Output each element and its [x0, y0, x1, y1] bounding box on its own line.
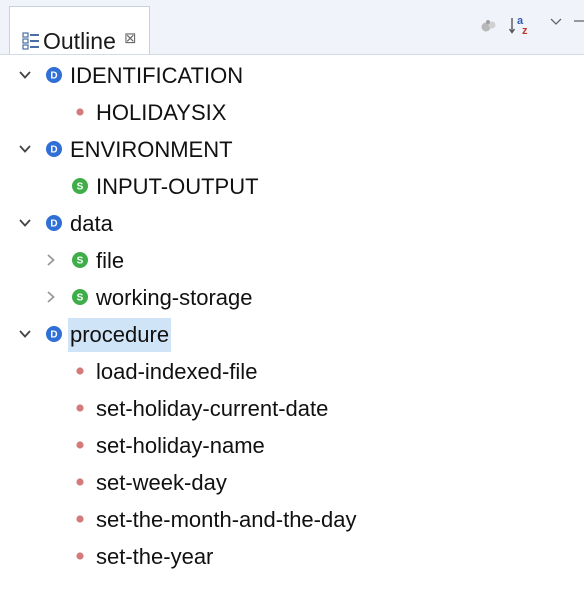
tree-item-label: IDENTIFICATION	[70, 63, 244, 88]
tree-item-holidaysix[interactable]: HOLIDAYSIX	[0, 94, 584, 131]
outline-icon	[22, 32, 39, 50]
node-badge: D	[50, 145, 57, 156]
tab-label: Outline	[43, 28, 116, 54]
chevron-down-icon[interactable]	[16, 66, 34, 84]
chevron-down-icon[interactable]	[16, 325, 34, 343]
tree-item-environment[interactable]: D ENVIRONMENT	[0, 131, 584, 168]
paragraph-icon	[76, 404, 84, 412]
tree-item-set-the-year[interactable]: set-the-year	[0, 538, 584, 575]
tree-item-label: data	[70, 211, 113, 236]
tree-item-input-output[interactable]: S INPUT-OUTPUT	[0, 168, 584, 205]
tree-item-label: INPUT-OUTPUT	[96, 174, 259, 199]
hide-fields-icon[interactable]	[478, 10, 500, 38]
tree-item-label: working-storage	[96, 285, 253, 310]
tab-outline[interactable]: Outline ⊠	[9, 6, 150, 54]
paragraph-icon	[76, 108, 84, 116]
node-badge: D	[50, 330, 57, 341]
tree-item-load-indexed-file[interactable]: load-indexed-file	[0, 353, 584, 390]
section-icon: S	[72, 178, 88, 194]
chevron-right-icon[interactable]	[42, 288, 60, 306]
section-icon: S	[72, 252, 88, 268]
svg-text:z: z	[522, 25, 528, 37]
tree-item-label: procedure	[68, 318, 172, 352]
tree-item-data[interactable]: Ddata	[0, 205, 584, 242]
division-icon: D	[46, 67, 62, 83]
tree-item-label: ENVIRONMENT	[70, 137, 233, 162]
tree-item-label: set-the-year	[96, 544, 214, 569]
division-icon: D	[46, 141, 62, 157]
division-icon: D	[46, 326, 62, 342]
sort-alphabetically-icon[interactable]: a z	[508, 10, 534, 38]
tree-item-label: set-holiday-current-date	[96, 396, 329, 421]
tree-item-set-holiday-current-date[interactable]: set-holiday-current-date	[0, 390, 584, 427]
chevron-down-icon[interactable]	[16, 140, 34, 158]
paragraph-icon	[76, 478, 84, 486]
paragraph-icon	[76, 367, 84, 375]
tree-item-procedure[interactable]: Dprocedure	[0, 316, 584, 353]
tree-item-label: load-indexed-file	[96, 359, 258, 384]
tree-item-label: set-week-day	[96, 470, 227, 495]
division-icon: D	[46, 215, 62, 231]
node-badge: S	[77, 256, 84, 267]
view-menu-icon[interactable]	[548, 10, 564, 38]
tree-item-set-holiday-name[interactable]: set-holiday-name	[0, 427, 584, 464]
chevron-down-icon[interactable]	[16, 214, 34, 232]
tree-item-set-week-day[interactable]: set-week-day	[0, 464, 584, 501]
tree-item-label: file	[96, 248, 125, 273]
outline-view: Outline ⊠ a z D IDENTIFICATION HOLIDAYSIX D…	[0, 0, 584, 599]
section-icon: S	[72, 289, 88, 305]
minimize-icon[interactable]	[572, 10, 584, 38]
node-badge: D	[50, 219, 57, 230]
tree-item-label: set-holiday-name	[96, 433, 265, 458]
tree-item-file[interactable]: Sfile	[0, 242, 584, 279]
tree-item-identification[interactable]: D IDENTIFICATION	[0, 57, 584, 94]
close-icon[interactable]: ⊠	[124, 29, 137, 49]
chevron-right-icon[interactable]	[42, 251, 60, 269]
node-badge: S	[77, 182, 84, 193]
tree-item-set-the-month-and-the-day[interactable]: set-the-month-and-the-day	[0, 501, 584, 538]
node-badge: S	[77, 293, 84, 304]
tree-item-label: set-the-month-and-the-day	[96, 507, 357, 532]
tree-item-working-storage[interactable]: Sworking-storage	[0, 279, 584, 316]
node-badge: D	[50, 71, 57, 82]
paragraph-icon	[76, 552, 84, 560]
tree-item-label: HOLIDAYSIX	[96, 100, 227, 125]
paragraph-icon	[76, 515, 84, 523]
view-tab-bar: Outline ⊠ a z	[0, 0, 584, 55]
paragraph-icon	[76, 441, 84, 449]
